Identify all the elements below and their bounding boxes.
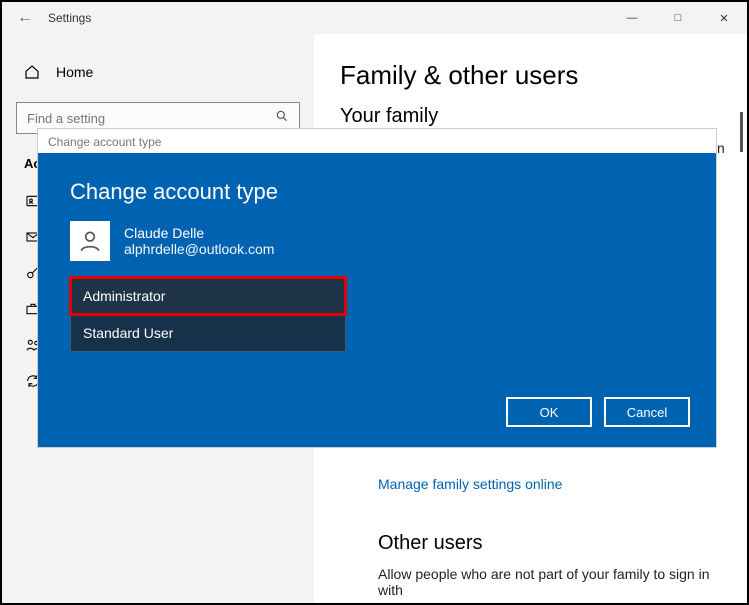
titlebar: ← Settings — □ ✕ [2, 2, 747, 34]
dialog-title: Change account type [70, 179, 684, 205]
search-icon [275, 109, 289, 128]
avatar [70, 221, 110, 261]
user-row: Claude Delle alphrdelle@outlook.com [70, 221, 684, 261]
window-controls: — □ ✕ [609, 2, 747, 34]
scrollbar[interactable] [740, 112, 743, 152]
clipped-text: n [717, 140, 725, 156]
home-icon [24, 64, 40, 80]
manage-family-link[interactable]: Manage family settings online [378, 476, 562, 492]
dialog-body: Change account type Claude Delle alphrde… [38, 153, 716, 447]
section-other-users: Other users [378, 532, 482, 555]
minimize-button[interactable]: — [609, 2, 655, 34]
option-administrator[interactable]: Administrator [70, 277, 346, 315]
section-your-family: Your family [340, 105, 721, 128]
close-button[interactable]: ✕ [701, 2, 747, 34]
account-type-dropdown[interactable]: Administrator Standard User [70, 277, 346, 352]
window-title: Settings [48, 11, 91, 25]
change-account-type-dialog: Change account type Change account type … [37, 128, 717, 448]
option-standard-user[interactable]: Standard User [70, 315, 346, 352]
user-email: alphrdelle@outlook.com [124, 241, 274, 257]
search-input[interactable] [27, 111, 275, 126]
page-title: Family & other users [340, 60, 721, 91]
cancel-button[interactable]: Cancel [604, 397, 690, 427]
home-label: Home [56, 64, 93, 80]
maximize-button[interactable]: □ [655, 2, 701, 34]
user-info: Claude Delle alphrdelle@outlook.com [124, 225, 274, 257]
user-name: Claude Delle [124, 225, 274, 241]
dialog-buttons: OK Cancel [506, 397, 690, 427]
home-nav[interactable]: Home [2, 60, 314, 84]
other-users-body: Allow people who are not part of your fa… [378, 566, 718, 598]
dialog-frame-title: Change account type [38, 129, 716, 153]
back-button[interactable]: ← [2, 9, 48, 27]
ok-button[interactable]: OK [506, 397, 592, 427]
